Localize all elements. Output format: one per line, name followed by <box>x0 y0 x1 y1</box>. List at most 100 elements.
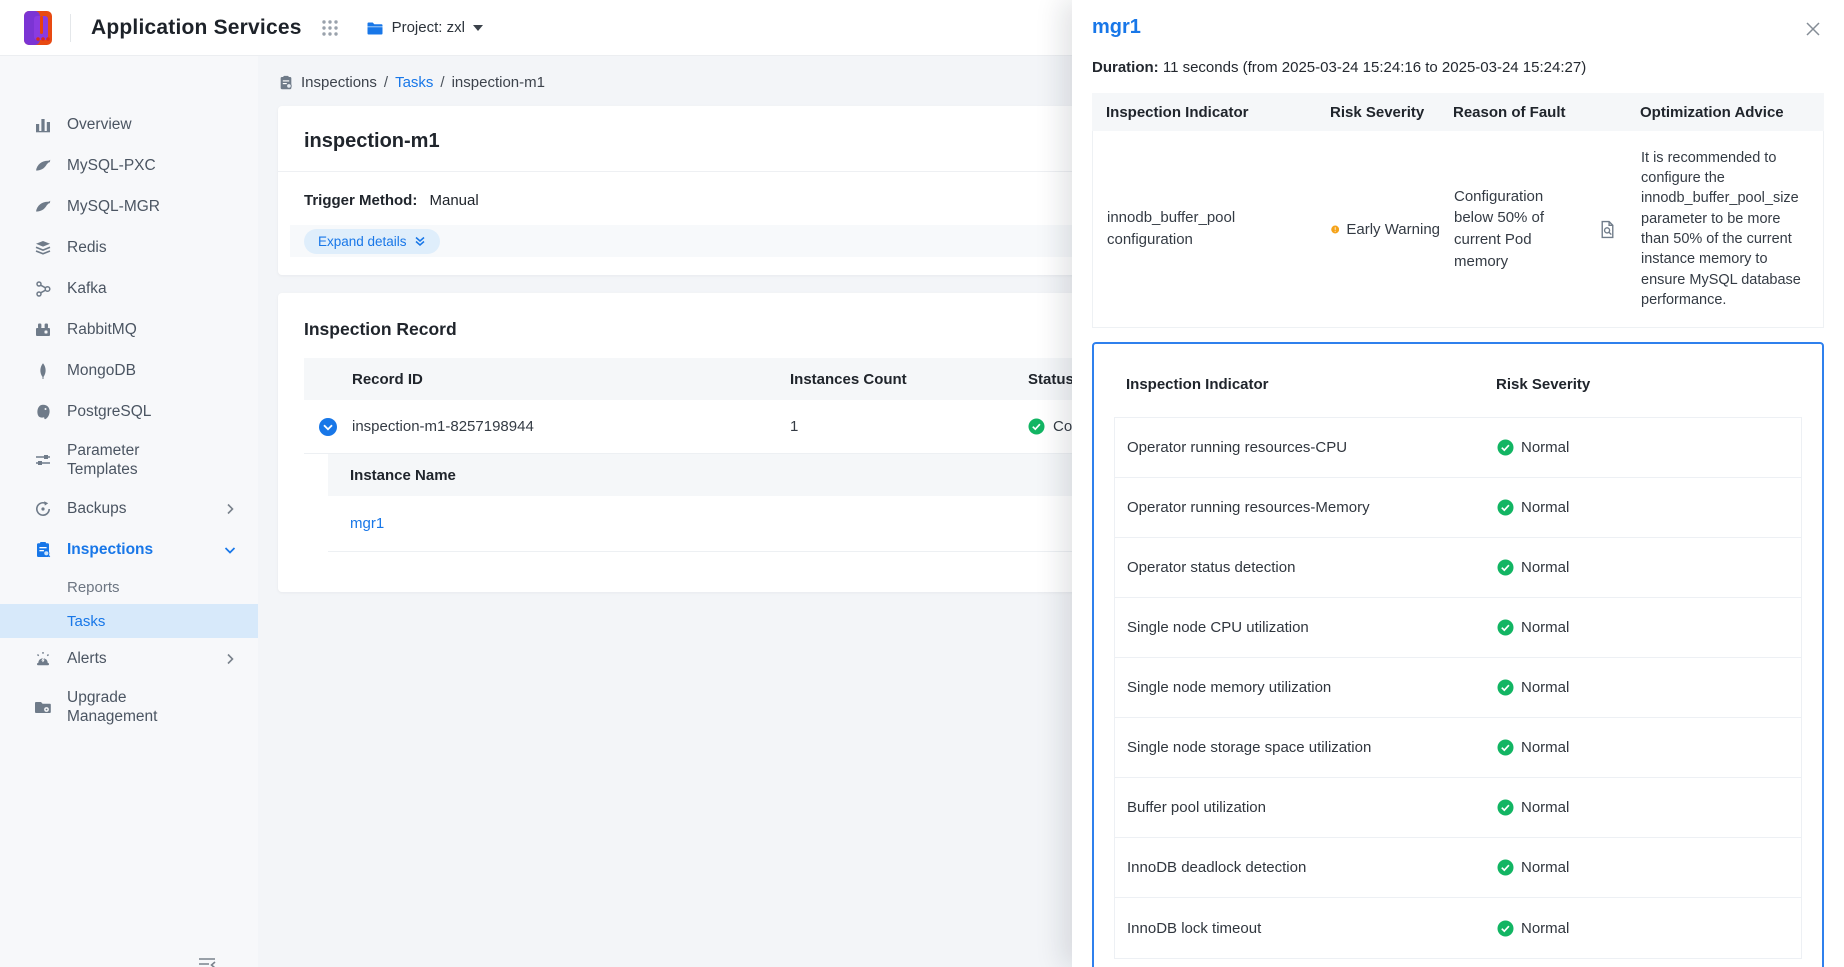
elephant-icon <box>34 403 52 421</box>
record-instances-count: 1 <box>790 418 1028 435</box>
sidebar-item-inspections[interactable]: Inspections <box>0 529 258 570</box>
inspection-clipboard-icon <box>34 541 52 559</box>
result-indicator: Operator running resources-Memory <box>1127 499 1497 516</box>
fault-row: innodb_buffer_pool configuration Early W… <box>1092 131 1824 328</box>
sidebar-subitem-tasks[interactable]: Tasks <box>0 604 258 638</box>
rabbitmq-icon <box>34 321 52 339</box>
project-label: Project: zxl <box>392 19 465 36</box>
report-detail-icon[interactable] <box>1598 220 1617 239</box>
result-status: Normal <box>1497 739 1789 756</box>
sidebar-item-redis[interactable]: Redis <box>0 227 258 268</box>
chevron-right-icon <box>222 501 238 517</box>
breadcrumb-tasks-link[interactable]: Tasks <box>395 74 433 91</box>
expand-details-button[interactable]: Expand details <box>304 229 440 254</box>
instance-name-link[interactable]: mgr1 <box>350 515 384 532</box>
result-status: Normal <box>1497 859 1789 876</box>
success-check-icon <box>1497 739 1514 756</box>
result-status: Normal <box>1497 439 1789 456</box>
result-table-header: Inspection Indicator Risk Severity <box>1114 364 1802 417</box>
col-reason-of-fault: Reason of Fault <box>1439 104 1586 121</box>
sidebar-item-label: PostgreSQL <box>67 402 151 421</box>
result-indicator: InnoDB deadlock detection <box>1127 859 1497 876</box>
layers-icon <box>34 239 52 257</box>
alarm-icon <box>34 650 52 668</box>
sidebar-collapse-icon[interactable] <box>196 953 218 967</box>
trigger-method-value: Manual <box>430 192 479 209</box>
sidebar-item-label: MySQL-MGR <box>67 197 160 216</box>
drawer-title: mgr1 <box>1092 0 1824 39</box>
result-indicator: Operator running resources-CPU <box>1127 439 1497 456</box>
chevron-down-icon <box>222 542 238 558</box>
sidebar-item-alerts[interactable]: Alerts <box>0 638 258 679</box>
result-status: Normal <box>1497 799 1789 816</box>
sidebar-item-backups[interactable]: Backups <box>0 488 258 529</box>
col-optimization-advice: Optimization Advice <box>1626 104 1824 121</box>
sidebar-item-mongodb[interactable]: MongoDB <box>0 350 258 391</box>
sidebar-item-label: RabbitMQ <box>67 320 137 339</box>
col-inspection-indicator: Inspection Indicator <box>1126 376 1496 393</box>
result-row: Buffer pool utilization Normal <box>1115 778 1801 838</box>
sidebar-item-rabbitmq[interactable]: RabbitMQ <box>0 309 258 350</box>
warning-icon <box>1331 221 1339 238</box>
double-chevron-down-icon <box>414 235 426 247</box>
sidebar-item-label: Kafka <box>67 279 107 298</box>
result-status: Normal <box>1497 499 1789 516</box>
app-grid-icon[interactable] <box>320 18 340 38</box>
bar-chart-icon <box>34 116 52 134</box>
fault-severity-label: Early Warning <box>1346 221 1440 238</box>
col-instances-count: Instances Count <box>790 371 1028 388</box>
breadcrumb-root: Inspections <box>301 74 377 91</box>
sidebar-item-mysql-mgr[interactable]: MySQL-MGR <box>0 186 258 227</box>
backup-restore-icon <box>34 500 52 518</box>
col-record-id: Record ID <box>352 371 790 388</box>
divider <box>70 14 71 42</box>
sidebar-item-kafka[interactable]: Kafka <box>0 268 258 309</box>
inspection-clipboard-icon <box>278 75 294 91</box>
sidebar-item-overview[interactable]: Overview <box>0 104 258 145</box>
sidebar-item-postgresql[interactable]: PostgreSQL <box>0 391 258 432</box>
dolphin-icon <box>34 157 52 175</box>
result-indicator: Operator status detection <box>1127 559 1497 576</box>
sidebar-item-mysql-pxc[interactable]: MySQL-PXC <box>0 145 258 186</box>
result-row: Operator running resources-CPU Normal <box>1115 418 1801 478</box>
success-check-icon <box>1497 499 1514 516</box>
result-indicator: Buffer pool utilization <box>1127 799 1497 816</box>
result-status-label: Normal <box>1521 619 1569 636</box>
result-row: Single node memory utilization Normal <box>1115 658 1801 718</box>
result-status: Normal <box>1497 559 1789 576</box>
sidebar-subitem-label: Tasks <box>67 613 105 630</box>
sidebar-item-label: Redis <box>67 238 107 257</box>
result-status: Normal <box>1497 920 1789 937</box>
app-logo-icon <box>20 8 56 48</box>
project-selector[interactable]: Project: zxl <box>366 19 483 37</box>
fault-advice: It is recommended to configure the innod… <box>1627 134 1823 324</box>
chevron-right-icon <box>222 651 238 667</box>
fault-table: Inspection Indicator Risk Severity Reaso… <box>1092 93 1824 328</box>
close-icon[interactable] <box>1804 20 1822 38</box>
success-check-icon <box>1497 619 1514 636</box>
sidebar-subitem-label: Reports <box>67 579 120 596</box>
record-id: inspection-m1-8257198944 <box>352 418 790 435</box>
app-title: Application Services <box>91 16 302 40</box>
result-row: InnoDB lock timeout Normal <box>1115 898 1801 958</box>
collapse-row-icon[interactable] <box>318 417 338 437</box>
leaf-icon <box>34 362 52 380</box>
result-indicator: Single node CPU utilization <box>1127 619 1497 636</box>
result-status-label: Normal <box>1521 920 1569 937</box>
sidebar-item-label: Parameter Templates <box>67 441 177 480</box>
sidebar-item-label: Alerts <box>67 649 107 668</box>
result-status: Normal <box>1497 619 1789 636</box>
col-risk-severity: Risk Severity <box>1316 104 1439 121</box>
result-status-label: Normal <box>1521 439 1569 456</box>
sidebar-item-parameter-templates[interactable]: Parameter Templates <box>0 432 258 488</box>
success-check-icon <box>1497 439 1514 456</box>
result-status-label: Normal <box>1521 679 1569 696</box>
sidebar: Overview MySQL-PXC MySQL-MGR Redis Kafka… <box>0 56 258 967</box>
duration-value: 11 seconds (from 2025-03-24 15:24:16 to … <box>1163 59 1586 76</box>
sidebar-item-upgrade-management[interactable]: Upgrade Management <box>0 679 258 735</box>
sidebar-subitem-reports[interactable]: Reports <box>0 570 258 604</box>
result-status-label: Normal <box>1521 499 1569 516</box>
fault-table-header: Inspection Indicator Risk Severity Reaso… <box>1092 93 1824 131</box>
success-check-icon <box>1497 799 1514 816</box>
upgrade-folder-icon <box>34 698 52 716</box>
